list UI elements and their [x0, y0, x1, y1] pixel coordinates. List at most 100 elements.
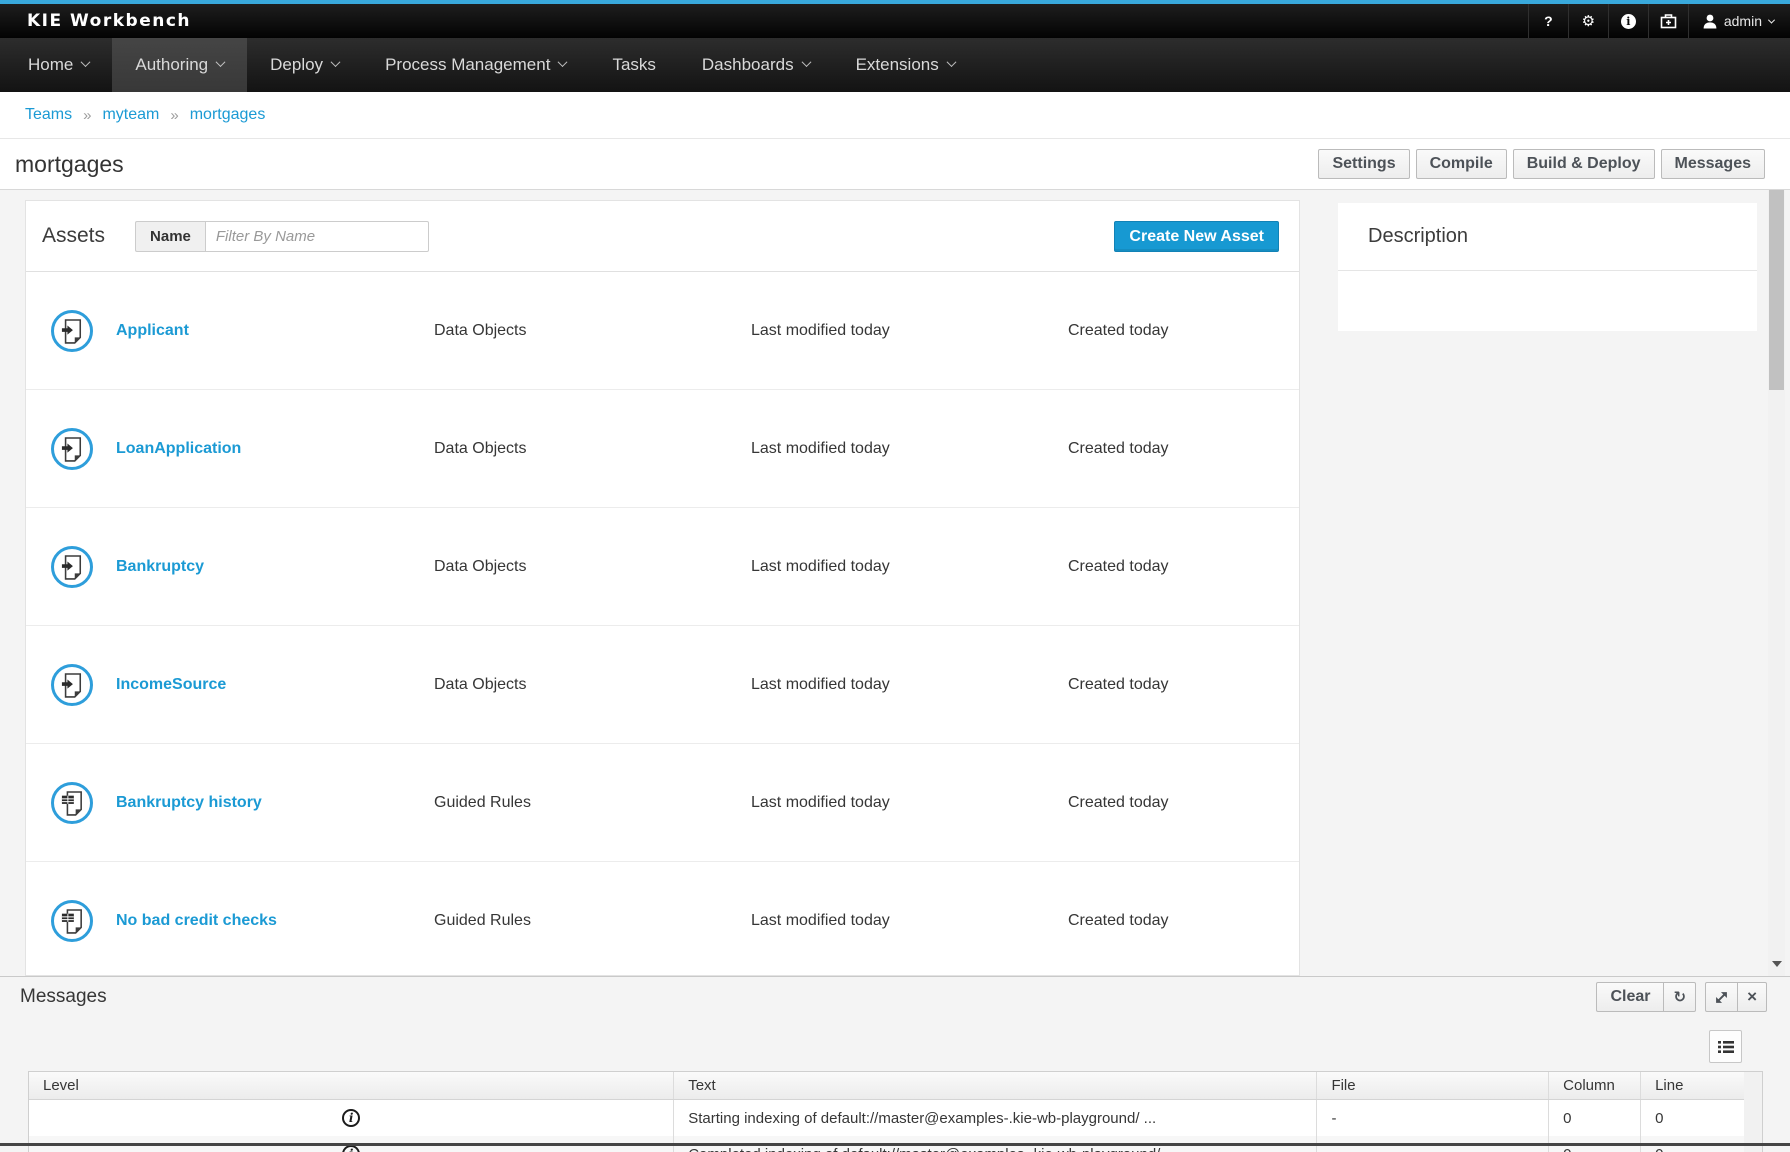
asset-row[interactable]: Applicant Data Objects Last modified tod… — [26, 272, 1299, 390]
build-deploy-button[interactable]: Build & Deploy — [1513, 149, 1655, 179]
messages-table-header: Level Text File Column Line — [29, 1072, 1744, 1100]
info-level-icon: i — [342, 1145, 360, 1152]
asset-modified: Last modified today — [751, 558, 890, 576]
message-column: 0 — [1549, 1100, 1641, 1136]
asset-created: Created today — [1068, 440, 1169, 458]
nav-item-dashboards[interactable]: Dashboards — [679, 38, 833, 92]
data-object-icon — [51, 546, 93, 588]
asset-row[interactable]: IncomeSource Data Objects Last modified … — [26, 626, 1299, 744]
description-panel: Description — [1338, 203, 1757, 331]
asset-type: Data Objects — [434, 322, 526, 340]
asset-created: Created today — [1068, 912, 1169, 930]
table-row: i Starting indexing of default://master@… — [29, 1100, 1744, 1136]
asset-created: Created today — [1068, 676, 1169, 694]
chevron-down-icon — [946, 57, 956, 67]
col-header-level: Level — [29, 1072, 674, 1099]
app-logo: KIE Workbench — [27, 11, 191, 31]
asset-created: Created today — [1068, 322, 1169, 340]
assets-panel: Assets Name Create New Asset Applicant D… — [25, 200, 1300, 976]
masthead: KIE Workbench ? ⚙ i admin — [0, 0, 1790, 38]
filter-input[interactable] — [205, 221, 429, 252]
asset-created: Created today — [1068, 558, 1169, 576]
project-actions: Settings Compile Build & Deploy Messages — [1318, 149, 1765, 179]
vertical-scrollbar[interactable] — [1768, 190, 1785, 976]
breadcrumb-separator: » — [83, 107, 91, 124]
clear-button[interactable]: Clear — [1596, 982, 1664, 1012]
asset-modified: Last modified today — [751, 912, 890, 930]
asset-name-link[interactable]: No bad credit checks — [116, 912, 277, 930]
compile-button[interactable]: Compile — [1416, 149, 1507, 179]
nav-item-process-management[interactable]: Process Management — [362, 38, 589, 92]
asset-modified: Last modified today — [751, 794, 890, 812]
nav-item-extensions[interactable]: Extensions — [833, 38, 978, 92]
user-icon — [1703, 14, 1717, 29]
breadcrumb-separator: » — [170, 107, 178, 124]
col-header-line: Line — [1641, 1072, 1744, 1099]
asset-type: Data Objects — [434, 558, 526, 576]
breadcrumb-mortgages[interactable]: mortgages — [190, 106, 266, 124]
scroll-down-arrow[interactable] — [1768, 954, 1785, 974]
info-icon[interactable]: i — [1608, 4, 1648, 38]
message-text: Starting indexing of default://master@ex… — [674, 1100, 1317, 1136]
asset-name-link[interactable]: LoanApplication — [116, 440, 241, 458]
guided-rule-icon — [51, 782, 93, 824]
messages-table: Level Text File Column Line i Starting i… — [28, 1071, 1745, 1152]
table-scrollbar[interactable] — [1744, 1071, 1763, 1152]
asset-type: Guided Rules — [434, 912, 531, 930]
expand-icon[interactable] — [1705, 982, 1738, 1012]
asset-row[interactable]: Bankruptcy Data Objects Last modified to… — [26, 508, 1299, 626]
asset-name-link[interactable]: Bankruptcy history — [116, 794, 262, 812]
info-level-icon: i — [342, 1109, 360, 1127]
nav-item-deploy[interactable]: Deploy — [247, 38, 362, 92]
assets-title: Assets — [42, 224, 105, 248]
nav-item-authoring[interactable]: Authoring — [112, 38, 247, 92]
asset-row[interactable]: Bankruptcy history Guided Rules Last mod… — [26, 744, 1299, 862]
asset-row[interactable]: No bad credit checks Guided Rules Last m… — [26, 862, 1299, 976]
user-menu[interactable]: admin — [1688, 4, 1790, 38]
nav-item-home[interactable]: Home — [5, 38, 112, 92]
data-object-icon — [51, 664, 93, 706]
nav-item-tasks[interactable]: Tasks — [589, 38, 678, 92]
refresh-icon[interactable]: ↻ — [1664, 982, 1696, 1012]
asset-modified: Last modified today — [751, 440, 890, 458]
filter-name-button[interactable]: Name — [135, 221, 205, 252]
chevron-down-icon — [1768, 16, 1775, 23]
asset-filter: Name — [135, 221, 429, 252]
message-line: 0 — [1641, 1100, 1744, 1136]
chevron-down-icon — [801, 57, 811, 67]
chevron-down-icon — [331, 57, 341, 67]
gear-icon[interactable]: ⚙ — [1568, 4, 1608, 38]
create-new-asset-button[interactable]: Create New Asset — [1114, 221, 1279, 252]
breadcrumb-myteam[interactable]: myteam — [102, 106, 159, 124]
data-object-icon — [51, 310, 93, 352]
chevron-down-icon — [81, 57, 91, 67]
asset-type: Data Objects — [434, 440, 526, 458]
apps-briefcase-icon[interactable] — [1648, 4, 1688, 38]
asset-modified: Last modified today — [751, 322, 890, 340]
messages-panel: Messages Clear ↻ × Level Text File Colum… — [0, 976, 1790, 1152]
scrollbar-thumb[interactable] — [1769, 190, 1784, 390]
messages-actions: Clear ↻ × — [1596, 982, 1767, 1012]
assets-header: Assets Name Create New Asset — [26, 201, 1299, 272]
messages-button[interactable]: Messages — [1661, 149, 1766, 179]
help-icon[interactable]: ? — [1528, 4, 1568, 38]
asset-type: Guided Rules — [434, 794, 531, 812]
chevron-down-icon — [216, 57, 226, 67]
asset-name-link[interactable]: Bankruptcy — [116, 558, 204, 576]
breadcrumb-teams[interactable]: Teams — [25, 106, 72, 124]
user-label: admin — [1724, 13, 1762, 29]
asset-row[interactable]: LoanApplication Data Objects Last modifi… — [26, 390, 1299, 508]
col-header-text: Text — [674, 1072, 1317, 1099]
message-file: - — [1317, 1100, 1549, 1136]
asset-created: Created today — [1068, 794, 1169, 812]
asset-name-link[interactable]: Applicant — [116, 322, 189, 340]
close-icon[interactable]: × — [1738, 982, 1767, 1012]
settings-button[interactable]: Settings — [1318, 149, 1409, 179]
breadcrumb: Teams » myteam » mortgages — [0, 92, 1790, 139]
list-view-icon[interactable] — [1709, 1030, 1742, 1063]
asset-name-link[interactable]: IncomeSource — [116, 676, 226, 694]
asset-modified: Last modified today — [751, 676, 890, 694]
page-title: mortgages — [15, 151, 124, 178]
col-header-file: File — [1317, 1072, 1549, 1099]
data-object-icon — [51, 428, 93, 470]
